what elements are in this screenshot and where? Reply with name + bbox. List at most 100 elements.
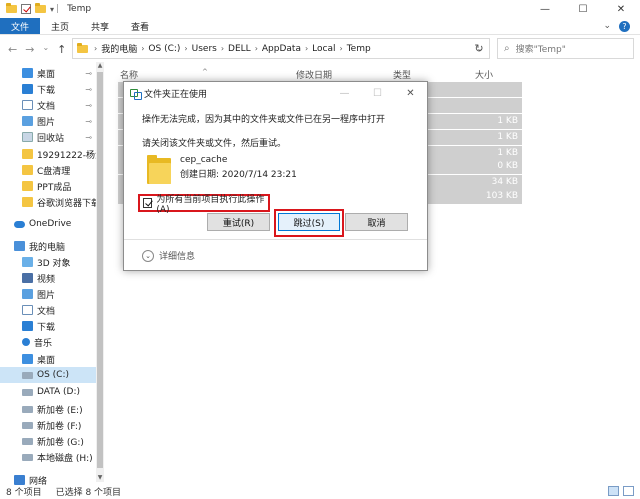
refresh-icon[interactable]: ↻ <box>470 40 488 57</box>
sidebar-item-drive-e[interactable]: 新加卷 (E:) <box>0 401 104 417</box>
sidebar-item-pictures[interactable]: 图片 ⊸ <box>0 113 104 129</box>
sidebar-item-folder[interactable]: C盘清理 <box>0 162 104 178</box>
close-button[interactable]: ✕ <box>602 0 640 18</box>
desktop-icon <box>22 354 33 364</box>
breadcrumb-item[interactable]: Local <box>312 44 335 54</box>
recent-locations-icon[interactable]: ⌄ <box>42 43 49 56</box>
checkbox-checked-icon[interactable] <box>143 198 153 208</box>
sidebar-item-recycle-bin[interactable]: 回收站 ⊸ <box>0 129 104 145</box>
sidebar-item-label: 新加卷 (E:) <box>37 405 83 416</box>
breadcrumb: 我的电脑 › OS (C:) › Users › DELL › AppData › Loc… <box>101 42 371 56</box>
navigation-buttons: ← → ⌄ ↑ <box>0 43 72 56</box>
column-name[interactable]: 名称 <box>120 68 138 81</box>
column-size[interactable]: 大小 <box>475 68 493 81</box>
breadcrumb-separator-icon: › <box>339 44 343 53</box>
details-view-icon[interactable] <box>608 486 619 496</box>
details-label: 详细信息 <box>159 252 196 262</box>
large-icons-view-icon[interactable] <box>623 486 634 496</box>
column-type[interactable]: 类型 <box>393 68 411 81</box>
search-input[interactable]: ⌕ 搜索"Temp" <box>497 38 634 59</box>
forward-arrow-icon[interactable]: → <box>25 43 34 56</box>
sidebar-item-drive-h[interactable]: 本地磁盘 (H:) <box>0 449 104 465</box>
sidebar-item-folder[interactable]: 19291222-杨涵 <box>0 146 104 162</box>
computer-icon <box>14 241 25 251</box>
details-toggle[interactable]: ⌄ 详细信息 <box>142 249 195 262</box>
sidebar-item-pictures[interactable]: 图片 <box>0 286 104 302</box>
properties-icon[interactable] <box>21 4 31 14</box>
pin-icon: ⊸ <box>85 100 92 110</box>
skip-button[interactable]: 跳过(S) <box>278 213 340 231</box>
sidebar-item-drive-d[interactable]: DATA (D:) <box>0 384 104 400</box>
apply-to-all-checkbox[interactable]: 为所有当前项目执行此操作(A) <box>138 194 270 215</box>
sidebar-item-music[interactable]: 音乐 <box>0 334 104 350</box>
dialog-message: 操作无法完成，因为其中的文件夹或文件已在另一程序中打开 <box>142 115 386 125</box>
minimize-button[interactable]: — <box>526 0 564 18</box>
back-arrow-icon[interactable]: ← <box>8 43 17 56</box>
dialog-close-button[interactable]: ✕ <box>394 82 427 104</box>
file-size: 0 KB <box>497 161 518 171</box>
sidebar-item-desktop[interactable]: 桌面 ⊸ <box>0 65 104 81</box>
item-count: 8 个项目 <box>6 488 42 498</box>
folder-icon <box>22 181 33 191</box>
folder-icon <box>22 197 33 207</box>
document-icon <box>22 100 33 110</box>
search-icon: ⌕ <box>504 43 510 54</box>
breadcrumb-item[interactable]: Users <box>192 44 217 54</box>
desktop-icon <box>22 68 33 78</box>
sidebar-item-folder[interactable]: 谷歌浏览器下载 <box>0 194 104 210</box>
sidebar-item-onedrive[interactable]: OneDrive <box>0 216 104 232</box>
sidebar-item-documents[interactable]: 文档 ⊸ <box>0 97 104 113</box>
new-folder-icon[interactable] <box>35 3 46 13</box>
tab-share[interactable]: 共享 <box>80 18 120 34</box>
dialog-minimize-button[interactable]: — <box>328 82 361 104</box>
ribbon-right: ⌄ ? <box>603 18 640 34</box>
sidebar-item-label: 图片 <box>37 290 56 301</box>
maximize-button[interactable]: ☐ <box>564 0 602 18</box>
breadcrumb-item[interactable]: AppData <box>262 44 301 54</box>
cancel-button[interactable]: 取消 <box>345 213 408 231</box>
breadcrumb-item[interactable]: OS (C:) <box>148 44 180 54</box>
breadcrumb-item[interactable]: 我的电脑 <box>101 42 137 55</box>
sidebar-item-label: 谷歌浏览器下载 <box>37 198 101 209</box>
sidebar-item-downloads[interactable]: 下载 <box>0 318 104 334</box>
sidebar-item-drive-f[interactable]: 新加卷 (F:) <box>0 417 104 433</box>
help-icon[interactable]: ? <box>619 20 630 32</box>
scrollbar-thumb[interactable] <box>97 72 103 468</box>
sidebar-item-videos[interactable]: 视频 <box>0 270 104 286</box>
sidebar-item-label: 新加卷 (F:) <box>37 421 82 432</box>
scroll-down-icon[interactable]: ▼ <box>96 474 104 482</box>
chevron-down-icon[interactable]: ⌄ <box>142 249 154 262</box>
retry-button[interactable]: 重试(R) <box>207 213 270 231</box>
sidebar-item-downloads[interactable]: 下载 ⊸ <box>0 81 104 97</box>
sidebar-item-label: DATA (D:) <box>37 387 81 397</box>
sidebar-item-drive-c[interactable]: OS (C:) <box>0 367 104 383</box>
up-arrow-icon[interactable]: ↑ <box>57 43 66 56</box>
sidebar-item-this-pc[interactable]: 我的电脑 <box>0 238 104 254</box>
status-bar: 8 个项目 已选择 8 个项目 <box>0 484 640 499</box>
onedrive-icon <box>14 220 25 228</box>
scroll-up-icon[interactable]: ▲ <box>96 62 104 70</box>
customize-toolbar-icon[interactable]: ▾ <box>50 5 54 14</box>
column-modified[interactable]: 修改日期 <box>296 68 332 81</box>
document-icon <box>22 305 33 315</box>
sidebar-item-label: 文档 <box>37 306 56 317</box>
sidebar-item-documents[interactable]: 文档 <box>0 302 104 318</box>
folder-icon <box>77 42 88 53</box>
selected-count: 已选择 8 个项目 <box>55 488 122 498</box>
sidebar-scrollbar[interactable]: ▲ ▼ <box>96 62 104 482</box>
sidebar-item-drive-g[interactable]: 新加卷 (G:) <box>0 433 104 449</box>
tab-file[interactable]: 文件 <box>0 18 41 34</box>
expand-ribbon-icon[interactable]: ⌄ <box>603 21 611 31</box>
breadcrumb-item[interactable]: Temp <box>347 44 371 54</box>
sidebar-item-3d-objects[interactable]: 3D 对象 <box>0 254 104 270</box>
breadcrumb-item[interactable]: DELL <box>228 44 251 54</box>
breadcrumb-separator-icon: › <box>141 44 145 53</box>
address-bar[interactable]: › 我的电脑 › OS (C:) › Users › DELL › AppData › L… <box>72 38 490 59</box>
dialog-maximize-button[interactable]: ☐ <box>361 82 394 104</box>
sidebar-item-folder[interactable]: PPT成品 <box>0 178 104 194</box>
tab-view[interactable]: 查看 <box>120 18 160 34</box>
tab-home[interactable]: 主页 <box>40 18 80 34</box>
sidebar-item-desktop[interactable]: 桌面 <box>0 351 104 367</box>
window-controls: — ☐ ✕ <box>526 0 640 18</box>
pictures-icon <box>22 289 33 299</box>
